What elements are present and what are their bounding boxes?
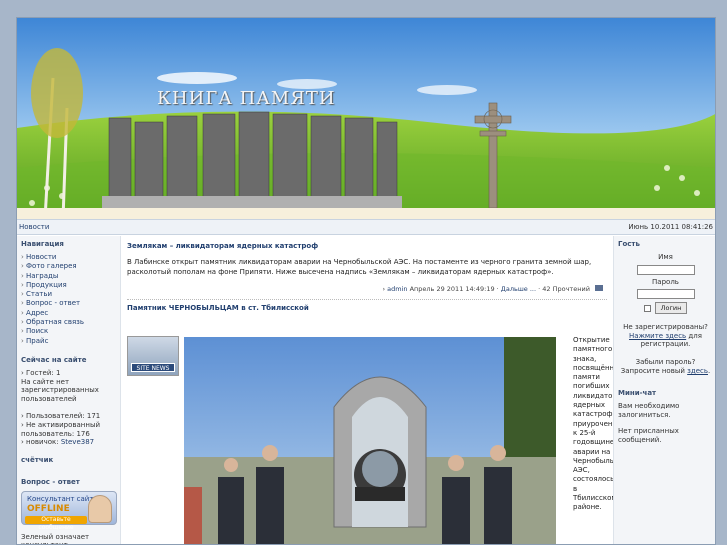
remember-checkbox[interactable] <box>643 304 651 312</box>
news-date: Апрель 29 2011 14:49:19 <box>409 285 495 293</box>
request-password-link[interactable]: здесь <box>687 367 708 375</box>
menu-item-feedback[interactable]: › Обратная связь <box>21 318 116 327</box>
thumbnail-caption: SITE NEWS <box>131 363 175 372</box>
register-link[interactable]: Нажмите здесь <box>629 332 686 340</box>
password-label: Пароль <box>652 277 679 286</box>
news-column: Землякам – ликвидаторам ядерных катастро… <box>127 236 631 544</box>
author-link[interactable]: admin <box>387 285 407 293</box>
news-text-2: Открытие памятного знака, посвящённого п… <box>573 336 631 512</box>
top-navbar: Новости Июнь 10.2011 08:41:26 <box>17 219 715 235</box>
news-meta-1: › admin Апрель 29 2011 14:49:19 · Дальше… <box>127 285 611 293</box>
banner-illustration <box>17 18 715 219</box>
reads-count: 42 Прочтений <box>542 285 590 293</box>
banner-title: КНИГА ПАМЯТИ <box>157 88 336 109</box>
read-more-link[interactable]: Дальше ... <box>501 285 536 293</box>
consultant-status: OFFLINE <box>27 503 70 514</box>
news-title-1[interactable]: Землякам – ликвидаторам ядерных катастро… <box>127 242 611 250</box>
newbie-line: › новичок: Steve387 <box>21 438 95 447</box>
no-messages-text: Нет присланных сообщений. <box>618 427 679 444</box>
news-text-1: В Лабинске открыт памятник ликвидаторам … <box>127 258 592 276</box>
not-activated-count: › Не активированный пользователь: 176 <box>21 420 101 438</box>
nav-link-news[interactable]: Новости <box>19 223 49 231</box>
menu-item-gallery[interactable]: › Фото галерея <box>21 262 116 271</box>
news-thumbnail[interactable]: SITE NEWS <box>127 336 179 376</box>
need-login-text: Вам необходимо залогиниться. <box>618 402 680 419</box>
username-label: Имя <box>658 253 673 261</box>
request-password-line: Запросите новый здесь. <box>620 366 711 375</box>
guest-heading: Гость <box>618 240 640 248</box>
print-icon[interactable] <box>595 285 603 291</box>
menu-item-products[interactable]: › Продукция <box>21 281 116 290</box>
username-input[interactable] <box>636 264 695 275</box>
minichat-heading: Мини-чат <box>618 389 657 398</box>
consultant-widget[interactable]: Консультант сайта OFFLINE Оставьте сообщ… <box>21 490 117 531</box>
login-button[interactable]: Логин <box>654 302 688 315</box>
consultant-avatar <box>88 494 112 523</box>
newbie-link[interactable]: Steve387 <box>61 438 94 446</box>
page: КНИГА ПАМЯТИ Новости Июнь 10.2011 08:41:… <box>16 17 716 545</box>
menu-item-news[interactable]: › Новости <box>21 253 116 262</box>
leave-message-button[interactable]: Оставьте сообщение <box>25 515 87 531</box>
right-sidebar: Гость Имя Пароль Логин Не зарегистрирова… <box>613 236 715 544</box>
menu-item-articles[interactable]: › Статьи <box>21 290 116 299</box>
news-title-2[interactable]: Памятник ЧЕРНОБЫЛЬЦАМ в ст. Тбилисской <box>127 304 611 312</box>
counter-heading: счётчик <box>21 455 54 464</box>
qa-heading: Вопрос - ответ <box>21 477 80 486</box>
navigation-menu: › Новости › Фото галерея › Награды › Про… <box>21 253 116 346</box>
no-users-note: На сайте нет зарегистрированных пользова… <box>21 377 99 403</box>
navigation-heading: Навигация <box>21 240 64 248</box>
not-registered-text: Не зарегистрированы? <box>623 323 708 332</box>
memorial-photo <box>184 337 556 544</box>
online-heading: Сейчас на сайте <box>21 355 87 364</box>
menu-item-awards[interactable]: › Награды <box>21 272 116 281</box>
menu-item-price[interactable]: › Прайс <box>21 337 116 346</box>
menu-item-search[interactable]: › Поиск <box>21 327 116 336</box>
header-banner: КНИГА ПАМЯТИ <box>17 18 715 219</box>
password-input[interactable] <box>636 289 695 300</box>
login-row: Логин <box>618 302 713 315</box>
menu-item-faq[interactable]: › Вопрос - ответ <box>21 299 116 308</box>
menu-item-address[interactable]: › Адрес <box>21 309 116 318</box>
current-date: Июнь 10.2011 08:41:26 <box>628 223 713 231</box>
news-divider <box>127 299 607 300</box>
consultant-label: Консультант сайта <box>27 494 98 503</box>
users-count: › Пользователей: 171 <box>21 412 101 421</box>
forgot-password-text: Забыли пароль? <box>635 357 696 366</box>
register-line: Нажмите здесь для регистрации. <box>629 331 702 349</box>
guests-count: › Гостей: 1 <box>21 368 61 377</box>
green-note: Зеленый означает консультант <box>21 532 90 544</box>
left-sidebar: Навигация › Новости › Фото галерея › Наг… <box>17 236 121 544</box>
